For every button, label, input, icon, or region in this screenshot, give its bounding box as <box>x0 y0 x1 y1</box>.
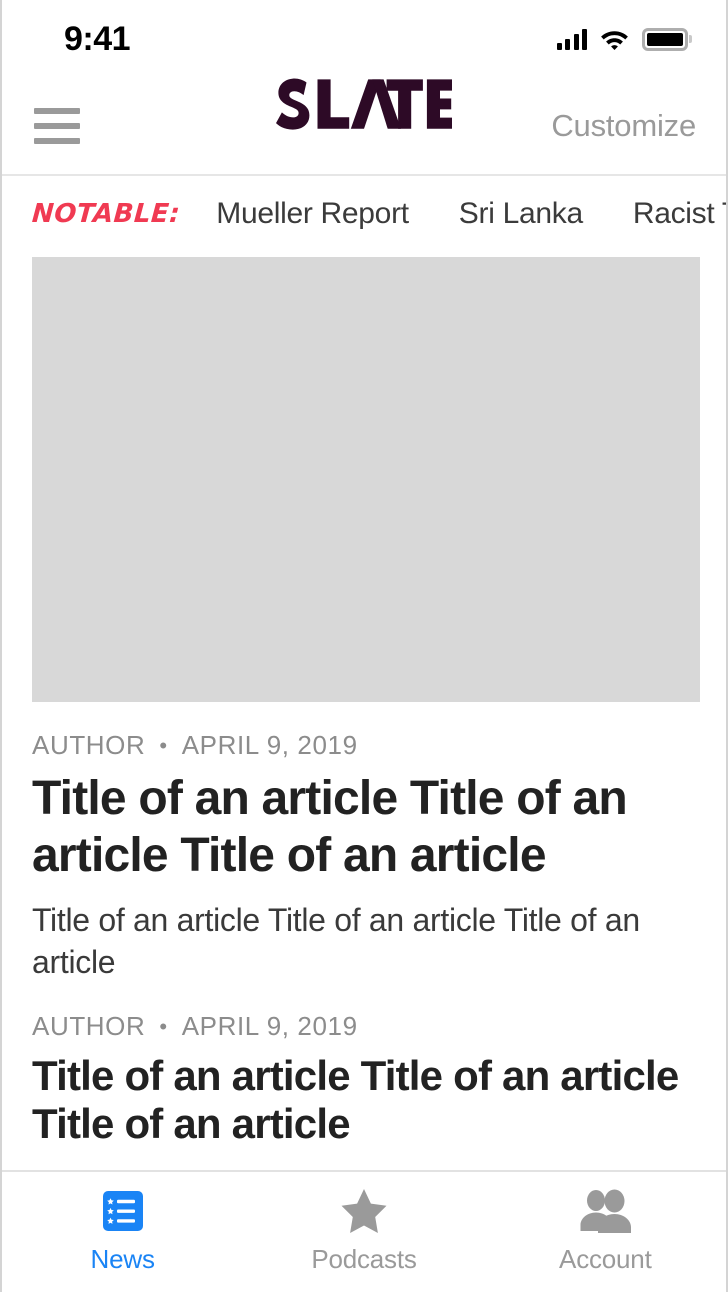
tab-podcasts[interactable]: Podcasts <box>243 1172 484 1292</box>
notable-topic-2[interactable]: Racist Trolls <box>633 197 726 231</box>
battery-full-icon <box>642 27 692 51</box>
article-summary: Title of an article Title of an article … <box>32 902 640 980</box>
app-header: Customize <box>2 78 726 176</box>
people-icon <box>576 1185 634 1237</box>
notable-topic-1[interactable]: Sri Lanka <box>459 197 583 231</box>
news-list-icon <box>99 1185 147 1237</box>
tab-news[interactable]: News <box>2 1172 243 1292</box>
status-time: 9:41 <box>64 19 131 58</box>
tab-label-news: News <box>90 1244 155 1274</box>
wifi-icon <box>601 31 628 50</box>
tab-account[interactable]: Account <box>485 1172 726 1292</box>
article-byline: AUTHOR • APRIL 9, 2019 <box>32 730 696 761</box>
article-date: APRIL 9, 2019 <box>181 1011 358 1042</box>
app-screen: 9:41 Customize NOTABLE: Mueller Report S… <box>0 0 728 1292</box>
article-feed: AUTHOR • APRIL 9, 2019 Title of an artic… <box>2 252 726 1170</box>
article-author: AUTHOR <box>32 1011 146 1042</box>
hamburger-menu-icon[interactable] <box>34 108 80 144</box>
article-byline: AUTHOR • APRIL 9, 2019 <box>32 1011 696 1042</box>
byline-separator: • <box>159 1013 168 1039</box>
article-date: APRIL 9, 2019 <box>181 730 358 760</box>
bottom-tab-bar: News Podcasts Account <box>2 1170 726 1292</box>
status-bar: 9:41 <box>2 0 726 78</box>
notable-label: NOTABLE: <box>30 199 182 229</box>
slate-logo[interactable] <box>276 78 452 174</box>
article-author: AUTHOR <box>32 730 146 760</box>
tab-label-account: Account <box>559 1244 652 1274</box>
notable-topic-0[interactable]: Mueller Report <box>216 197 409 231</box>
star-icon <box>339 1185 389 1237</box>
article-headline[interactable]: Title of an article Title of an article … <box>32 1052 696 1148</box>
customize-button[interactable]: Customize <box>551 108 696 144</box>
article-card-1[interactable]: AUTHOR • APRIL 9, 2019 Title of an artic… <box>32 1011 696 1148</box>
notable-topics-bar[interactable]: NOTABLE: Mueller Report Sri Lanka Racist… <box>2 176 726 252</box>
article-card-0[interactable]: AUTHOR • APRIL 9, 2019 Title of an artic… <box>32 257 700 983</box>
tab-label-podcasts: Podcasts <box>311 1244 417 1274</box>
status-icons <box>556 27 692 51</box>
byline-separator: • <box>159 732 168 758</box>
article-headline[interactable]: Title of an article Title of an article … <box>32 771 696 884</box>
article-image-placeholder[interactable] <box>32 257 700 702</box>
cellular-signal-icon <box>556 28 587 50</box>
